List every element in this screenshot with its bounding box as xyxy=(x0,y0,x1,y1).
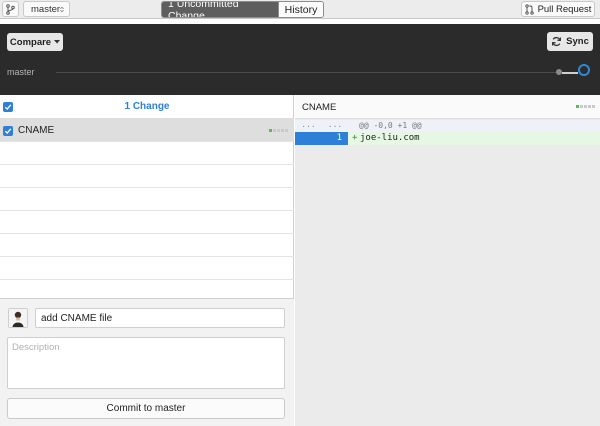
toolbar: master 1 Uncommitted Change History Pull… xyxy=(0,0,600,19)
commit-button[interactable]: Commit to master xyxy=(7,398,285,419)
diff-stat-block xyxy=(277,129,280,132)
diff-stat-added-block xyxy=(269,129,272,132)
changes-count-title: 1 Change xyxy=(124,101,170,112)
sync-icon xyxy=(552,36,562,47)
hunk-header-text: @@ -0,0 +1 @@ xyxy=(359,121,422,130)
diff-panel: CNAME ... ... @@ -0,0 +1 @@ 1 + joe-liu.… xyxy=(295,95,600,426)
timeline-uncommitted-marker[interactable] xyxy=(578,64,590,76)
diff-stat-block xyxy=(584,105,587,108)
timeline-connector xyxy=(562,71,578,74)
empty-row xyxy=(0,211,294,234)
empty-row xyxy=(0,188,294,211)
pull-request-icon xyxy=(524,3,534,15)
diff-file-name: CNAME xyxy=(302,102,337,113)
empty-row xyxy=(0,257,294,280)
diff-stat-bar xyxy=(576,105,595,108)
timeline-branch-label: master xyxy=(7,67,35,77)
pull-request-label: Pull Request xyxy=(537,3,592,15)
hunk-header-row: ... ... @@ -0,0 +1 @@ xyxy=(295,120,600,132)
view-switcher: 1 Uncommitted Change History xyxy=(161,1,324,18)
tab-history[interactable]: History xyxy=(278,2,323,17)
compare-bar: Compare Sync master xyxy=(0,24,600,95)
added-line-text: joe-liu.com xyxy=(360,133,420,143)
pull-request-button[interactable]: Pull Request xyxy=(521,1,595,17)
diff-stat-block xyxy=(592,105,595,108)
branch-label: master xyxy=(31,3,61,15)
compare-label: Compare xyxy=(9,36,52,48)
commit-summary-input[interactable]: add CNAME file xyxy=(35,308,285,328)
diff-stat-block xyxy=(588,105,591,108)
empty-row xyxy=(0,234,294,257)
diff-line-added[interactable]: 1 + joe-liu.com xyxy=(295,132,600,145)
diff-stat-block xyxy=(285,129,288,132)
commit-description-input[interactable]: Description xyxy=(7,337,285,389)
caret-down-icon xyxy=(54,40,61,44)
empty-row xyxy=(0,142,294,165)
file-row-cname[interactable]: CNAME xyxy=(0,119,294,142)
diff-header: CNAME xyxy=(295,95,600,119)
file-name: CNAME xyxy=(18,125,55,136)
timeline-track xyxy=(56,72,559,73)
diff-stat-block xyxy=(273,129,276,132)
branch-icon-button[interactable] xyxy=(2,1,19,17)
file-checkbox[interactable] xyxy=(3,126,13,136)
branch-selector[interactable]: master xyxy=(23,1,70,17)
diff-stat-block xyxy=(580,105,583,108)
sync-label: Sync xyxy=(566,36,589,47)
compare-button[interactable]: Compare xyxy=(7,33,63,51)
empty-row xyxy=(0,165,294,188)
added-sign: + xyxy=(352,133,358,143)
tab-uncommitted-changes[interactable]: 1 Uncommitted Change xyxy=(162,2,278,17)
avatar xyxy=(8,308,28,328)
diff-stat-block xyxy=(281,129,284,132)
diff-stat-bar xyxy=(269,129,288,132)
git-branch-icon xyxy=(6,3,15,15)
sync-button[interactable]: Sync xyxy=(547,32,593,51)
diff-stat-added-block xyxy=(576,105,579,108)
changes-panel: 1 Change CNAME add CNAME file Descriptio… xyxy=(0,95,294,426)
commit-area: add CNAME file Description Commit to mas… xyxy=(0,298,294,426)
checkmark-icon xyxy=(4,128,12,134)
chevron-updown-icon xyxy=(60,6,64,12)
hunk-gutter-old[interactable]: ... xyxy=(295,120,322,132)
user-avatar-icon xyxy=(9,309,27,327)
new-line-number: 1 xyxy=(336,133,342,143)
hunk-gutter-new[interactable]: ... xyxy=(322,120,348,132)
line-number-gutter[interactable]: 1 xyxy=(295,132,348,145)
changes-header: 1 Change xyxy=(0,95,294,119)
